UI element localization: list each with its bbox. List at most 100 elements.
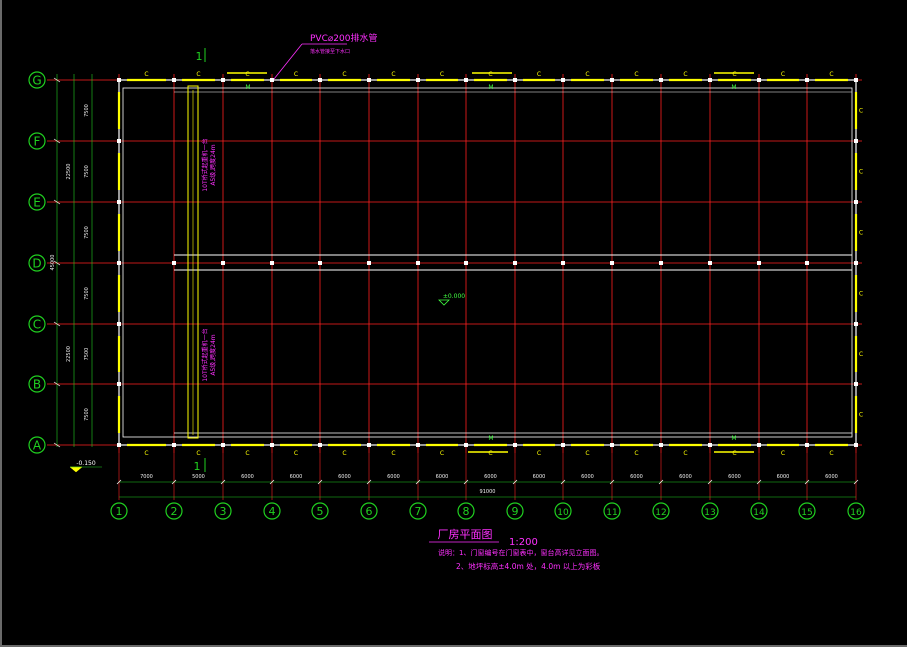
col-spacing-dim: 6000 <box>679 474 692 480</box>
row-bubble-label: D <box>32 257 41 271</box>
column-mark <box>117 382 121 386</box>
col-bubble-label: 1 <box>116 505 123 518</box>
crane-label-1: 10T桥式起重机一台 <box>201 138 209 191</box>
row-bubble-label: F <box>34 135 41 149</box>
col-spacing-dim: 7000 <box>140 474 153 480</box>
col-bubble-label: 15 <box>801 508 812 518</box>
column-mark <box>117 200 121 204</box>
crane-label-4: A5级,跨度24m <box>209 334 217 375</box>
column-mark <box>221 78 225 82</box>
col-spacing-dim: 6000 <box>825 474 838 480</box>
column-mark <box>513 443 517 447</box>
window-mark-right: C <box>859 169 863 176</box>
column-mark <box>561 443 565 447</box>
drawing-scale: 1:200 <box>509 537 538 548</box>
column-mark <box>610 78 614 82</box>
column-mark <box>659 78 663 82</box>
grid-lines <box>47 74 862 500</box>
col-spacing-dim: 6000 <box>581 474 594 480</box>
column-mark <box>318 78 322 82</box>
window-mark-bottom: C <box>144 450 148 457</box>
window-mark-right: C <box>859 108 863 115</box>
note-2: 2、地坪标高±4.0m 处，4.0m 以上为彩板 <box>456 561 601 571</box>
window-mark-top: C <box>294 71 298 78</box>
outer-wall <box>118 79 857 446</box>
column-mark <box>117 139 121 143</box>
half-width-dim: 22500 <box>66 164 72 180</box>
window-mark-top: C <box>585 71 589 78</box>
col-spacing-dim: 6000 <box>290 474 303 480</box>
column-mark <box>464 443 468 447</box>
column-mark <box>854 200 858 204</box>
door-mark: M <box>488 435 493 442</box>
window-mark-right: C <box>859 412 863 419</box>
window-mark-bottom: C <box>683 450 687 457</box>
window-mark-top: C <box>144 71 148 78</box>
pipe-sub-label: 落水管接至下水口 <box>310 48 350 55</box>
row-bubble-label: A <box>33 439 42 453</box>
col-spacing-dim: 6000 <box>484 474 497 480</box>
window-mark-right: C <box>859 351 863 358</box>
column-mark <box>610 443 614 447</box>
col-bubble-label: 16 <box>850 508 862 518</box>
col-spacing-dim: 5000 <box>192 474 205 480</box>
column-mark <box>172 78 176 82</box>
column-mark <box>513 261 517 265</box>
column-mark <box>708 261 712 265</box>
column-mark <box>367 78 371 82</box>
col-spacing-dim: 6000 <box>533 474 546 480</box>
section-mark-top: 1 <box>196 50 203 63</box>
column-mark <box>854 78 858 82</box>
elevation-symbol <box>438 299 450 306</box>
window-mark-top: C <box>342 71 346 78</box>
half-width-dim: 22500 <box>66 346 72 362</box>
floor-plan-drawing: C C C C C C C C C C C C C C C C C C C C C C C C C C C C C C C C C C C C M M M M… <box>28 32 865 571</box>
col-bubble-label: 11 <box>606 508 617 518</box>
column-mark <box>416 443 420 447</box>
window-mark-bottom: C <box>342 450 346 457</box>
column-mark <box>318 443 322 447</box>
pipe-label: PVC⌀200排水管 <box>310 32 377 44</box>
column-mark <box>270 443 274 447</box>
row-spacing-dim: 7500 <box>84 226 90 239</box>
column-mark <box>270 261 274 265</box>
window-mark-top: C <box>829 71 833 78</box>
col-spacing-dim: 6000 <box>630 474 643 480</box>
window-mark-bottom: C <box>196 450 200 457</box>
columns <box>117 78 858 447</box>
window-mark-top: C <box>391 71 395 78</box>
col-spacing-dim: 6000 <box>241 474 254 480</box>
note-1: 说明：1、门窗编号在门窗表中，窗台高详见立面图。 <box>438 548 603 557</box>
column-mark <box>659 261 663 265</box>
col-bubble-label: 9 <box>512 505 519 518</box>
col-bubble-label: 14 <box>753 508 765 518</box>
column-mark <box>367 443 371 447</box>
crane-label-3: 10T桥式起重机一台 <box>201 328 209 381</box>
col-bubble-label: 13 <box>704 508 715 518</box>
window-mark-bottom: C <box>732 450 736 457</box>
column-mark <box>708 78 712 82</box>
col-bubble-label: 10 <box>557 508 569 518</box>
window-mark-top: C <box>440 71 444 78</box>
inner-wall <box>122 87 853 438</box>
column-mark <box>172 261 176 265</box>
col-bubble-label: 3 <box>220 505 227 518</box>
window-mark-bottom: C <box>245 450 249 457</box>
row-spacing-dim: 7500 <box>84 287 90 300</box>
window-mark-top: C <box>732 71 736 78</box>
col-bubble-label: 8 <box>463 505 470 518</box>
col-bubble-label: 12 <box>655 508 666 518</box>
window-mark-bottom: C <box>585 450 589 457</box>
drawing-title: 厂房平面图 <box>438 528 493 541</box>
window-mark-bottom: C <box>829 450 833 457</box>
column-mark <box>117 78 121 82</box>
door-mark: M <box>731 84 736 91</box>
column-mark <box>117 322 121 326</box>
windows <box>117 78 858 447</box>
column-mark <box>757 261 761 265</box>
col-bubble-label: 7 <box>415 505 422 518</box>
column-mark <box>117 443 121 447</box>
column-mark <box>464 261 468 265</box>
column-mark <box>464 78 468 82</box>
window-mark-top: C <box>634 71 638 78</box>
